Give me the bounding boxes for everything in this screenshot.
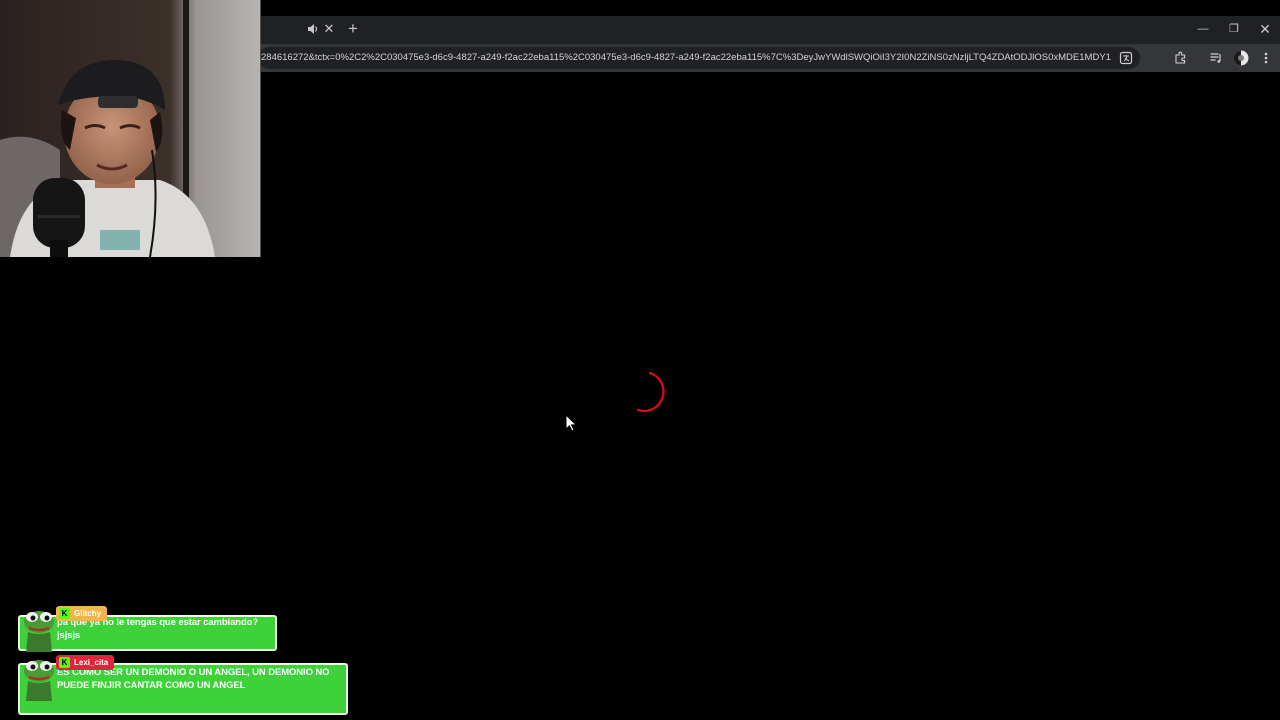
url-text[interactable]: 284616272&tctx=0%2C2%2C030475e3-d6c9-482… — [261, 51, 1111, 65]
speaker-icon[interactable] — [306, 22, 320, 36]
puzzle-icon[interactable] — [1174, 51, 1188, 65]
new-tab-button[interactable]: + — [345, 19, 361, 39]
chat-username-tag: K Glitchy — [56, 606, 108, 621]
mouse-cursor-icon — [565, 413, 578, 432]
chat-username: Glitchy — [74, 609, 102, 618]
chat-username: Lexi_cita — [74, 658, 109, 667]
chat-username-tag: K Lexi_cita — [56, 655, 115, 670]
translate-icon[interactable] — [1119, 51, 1133, 65]
loading-spinner — [620, 365, 670, 415]
chat-message: pa que ya no le tengas que estar cambian… — [18, 604, 280, 652]
chat-message: ES COMO SER UN DEMONIO O UN ANGEL, UN DE… — [18, 653, 350, 717]
kick-badge-icon: K — [59, 608, 70, 619]
kebab-menu-icon[interactable] — [1259, 51, 1273, 65]
avatar-icon[interactable] — [1233, 50, 1249, 66]
close-window-button[interactable]: ✕ — [1253, 19, 1277, 39]
screen: ✕ + — ❐ ✕ 284616272&tctx=0%2C2%2C030475e… — [0, 0, 1280, 720]
pepe-frog-avatar-icon — [20, 655, 58, 701]
address-bar[interactable]: 284616272&tctx=0%2C2%2C030475e3-d6c9-482… — [258, 47, 1140, 69]
kick-badge-icon: K — [59, 657, 70, 668]
close-tab-button[interactable]: ✕ — [322, 21, 336, 37]
restore-button[interactable]: ❐ — [1222, 19, 1246, 39]
pepe-frog-avatar-icon — [20, 606, 58, 652]
media-control-icon[interactable] — [1209, 51, 1223, 65]
webcam-overlay — [0, 0, 261, 257]
minimize-button[interactable]: — — [1191, 19, 1215, 39]
